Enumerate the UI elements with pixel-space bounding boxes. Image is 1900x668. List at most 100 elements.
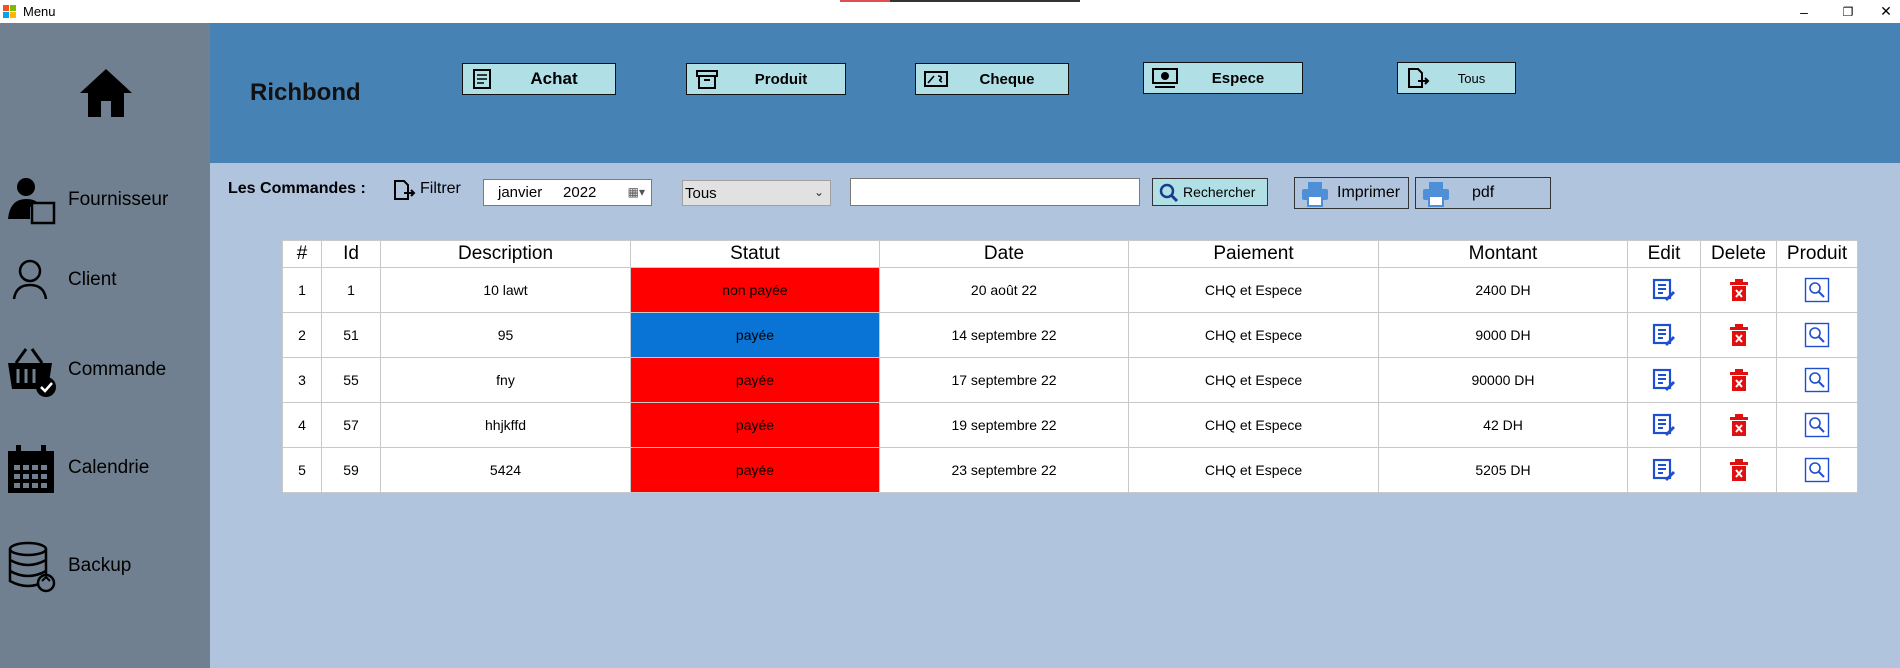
sidebar-item-client[interactable]: Client <box>0 245 210 315</box>
delete-icon[interactable] <box>1726 367 1752 393</box>
cell-index: 5 <box>282 447 322 493</box>
calendar-icon <box>6 443 58 495</box>
sidebar-item-label: Backup <box>68 555 132 576</box>
table-row[interactable]: 5 59 5424 payée 23 septembre 22 CHQ et Espece… <box>282 447 1858 493</box>
column-header[interactable]: # <box>282 240 322 268</box>
column-header[interactable]: Delete <box>1700 240 1777 268</box>
cell-date: 20 août 22 <box>879 267 1129 313</box>
view-product-icon[interactable] <box>1804 412 1830 438</box>
filter-label: Filtrer <box>420 180 461 197</box>
search-button-label: Rechercher <box>1183 184 1256 200</box>
cell-id: 51 <box>321 312 381 358</box>
produit-label: Produit <box>754 70 808 88</box>
achat-label: Achat <box>530 69 578 88</box>
main-panel: Les Commandes : Filtrer janvier 2022 ▦▾ … <box>210 163 1900 668</box>
restore-button[interactable]: ❐ <box>1828 0 1868 23</box>
column-header[interactable]: Id <box>321 240 381 268</box>
printer-icon <box>1301 181 1329 212</box>
filter-button[interactable]: Filtrer <box>392 177 472 203</box>
cell-id: 55 <box>321 357 381 403</box>
window-title: Menu <box>23 4 56 19</box>
basket-check-icon <box>6 345 58 397</box>
sidebar-item-fournisseur[interactable]: Fournisseur <box>0 165 210 235</box>
search-button[interactable]: Rechercher <box>1152 178 1268 206</box>
table-row[interactable]: 4 57 hhjkffd payée 19 septembre 22 CHQ et Esp… <box>282 402 1858 448</box>
orders-table: # Id Description Statut Date Paiement Mo… <box>282 240 1858 493</box>
delete-icon[interactable] <box>1726 457 1752 483</box>
calendar-dropdown-icon[interactable]: ▦▾ <box>628 185 645 199</box>
column-header[interactable]: Description <box>380 240 631 268</box>
cell-index: 2 <box>282 312 322 358</box>
status-select[interactable]: Tous ⌄ <box>682 180 831 206</box>
cell-description: 5424 <box>380 447 631 493</box>
date-picker[interactable]: janvier 2022 ▦▾ <box>483 179 652 206</box>
pdf-button[interactable]: pdf <box>1415 177 1551 209</box>
print-button[interactable]: Imprimer <box>1294 177 1409 209</box>
edit-icon[interactable] <box>1651 277 1677 303</box>
table-row[interactable]: 3 55 fny payée 17 septembre 22 CHQ et Espece 9… <box>282 357 1858 403</box>
column-header[interactable]: Produit <box>1776 240 1858 268</box>
cell-amount: 2400 DH <box>1378 267 1628 313</box>
column-header[interactable]: Edit <box>1627 240 1701 268</box>
title-accent-line <box>840 0 1080 2</box>
cell-delete <box>1700 267 1777 313</box>
delete-icon[interactable] <box>1726 322 1752 348</box>
table-header-row: # Id Description Statut Date Paiement Mo… <box>282 240 1858 268</box>
cell-amount: 90000 DH <box>1378 357 1628 403</box>
cell-status: payée <box>630 312 880 358</box>
cell-status: non payée <box>630 267 880 313</box>
achat-button[interactable]: Achat <box>462 63 616 95</box>
app-icon <box>3 4 17 19</box>
cell-amount: 9000 DH <box>1378 312 1628 358</box>
title-bar: Menu <box>0 0 1900 23</box>
sidebar-item-backup[interactable]: Backup <box>0 531 210 601</box>
sidebar-item-label: Client <box>68 269 117 290</box>
tous-button[interactable]: Tous <box>1397 62 1516 94</box>
sidebar-item-commande[interactable]: Commande <box>0 335 210 405</box>
espece-button[interactable]: Espece <box>1143 62 1303 94</box>
delete-icon[interactable] <box>1726 412 1752 438</box>
minimize-button[interactable]: – <box>1784 0 1824 23</box>
view-product-icon[interactable] <box>1804 277 1830 303</box>
cell-payment: CHQ et Espece <box>1128 267 1379 313</box>
edit-icon[interactable] <box>1651 412 1677 438</box>
sidebar-item-label: Fournisseur <box>68 189 169 210</box>
close-button[interactable]: ✕ <box>1866 0 1900 23</box>
date-value: janvier 2022 <box>498 184 597 201</box>
view-product-icon[interactable] <box>1804 322 1830 348</box>
filter-icon <box>392 179 416 206</box>
search-input[interactable] <box>850 178 1140 206</box>
cell-description: 95 <box>380 312 631 358</box>
cell-edit <box>1627 447 1701 493</box>
sidebar-item-calendrie[interactable]: Calendrie <box>0 433 210 503</box>
cell-payment: CHQ et Espece <box>1128 312 1379 358</box>
column-header[interactable]: Date <box>879 240 1129 268</box>
edit-icon[interactable] <box>1651 322 1677 348</box>
cell-date: 19 septembre 22 <box>879 402 1129 448</box>
user-icon <box>6 255 58 307</box>
cell-index: 4 <box>282 402 322 448</box>
cell-status: payée <box>630 357 880 403</box>
cheque-button[interactable]: Cheque <box>915 63 1069 95</box>
edit-icon[interactable] <box>1651 457 1677 483</box>
cell-description: 10 lawt <box>380 267 631 313</box>
orders-label: Les Commandes : <box>228 180 366 197</box>
column-header[interactable]: Montant <box>1378 240 1628 268</box>
delete-icon[interactable] <box>1726 277 1752 303</box>
column-header[interactable]: Statut <box>630 240 880 268</box>
cell-payment: CHQ et Espece <box>1128 357 1379 403</box>
view-product-icon[interactable] <box>1804 367 1830 393</box>
cell-id: 59 <box>321 447 381 493</box>
produit-button[interactable]: Produit <box>686 63 846 95</box>
search-icon <box>1159 183 1179 208</box>
cell-delete <box>1700 357 1777 403</box>
home-icon[interactable] <box>76 63 136 123</box>
view-product-icon[interactable] <box>1804 457 1830 483</box>
column-header[interactable]: Paiement <box>1128 240 1379 268</box>
cell-payment: CHQ et Espece <box>1128 402 1379 448</box>
cell-date: 23 septembre 22 <box>879 447 1129 493</box>
table-row[interactable]: 1 1 10 lawt non payée 20 août 22 CHQ et Espec… <box>282 267 1858 313</box>
edit-icon[interactable] <box>1651 367 1677 393</box>
sidebar-item-label: Calendrie <box>68 457 150 478</box>
table-row[interactable]: 2 51 95 payée 14 septembre 22 CHQ et Espece 90… <box>282 312 1858 358</box>
